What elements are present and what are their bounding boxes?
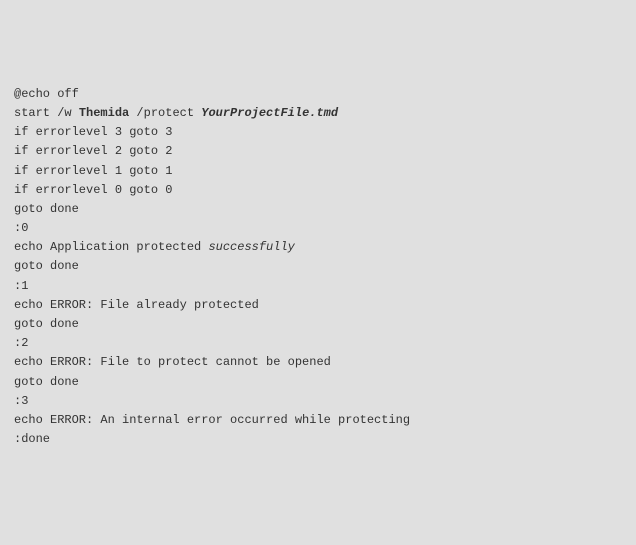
code-line: echo ERROR: File already protected [14, 296, 622, 315]
code-line: :2 [14, 334, 622, 353]
code-block: @echo offstart /w Themida /protect YourP… [14, 85, 622, 450]
code-line: goto done [14, 373, 622, 392]
code-line: if errorlevel 0 goto 0 [14, 181, 622, 200]
code-line: :done [14, 430, 622, 449]
code-line: :1 [14, 277, 622, 296]
code-line: if errorlevel 3 goto 3 [14, 123, 622, 142]
code-line: if errorlevel 2 goto 2 [14, 142, 622, 161]
code-line: :0 [14, 219, 622, 238]
code-line: goto done [14, 315, 622, 334]
code-line: goto done [14, 257, 622, 276]
code-line: if errorlevel 1 goto 1 [14, 162, 622, 181]
code-line: echo ERROR: File to protect cannot be op… [14, 353, 622, 372]
code-line: start /w Themida /protect YourProjectFil… [14, 104, 622, 123]
code-line: echo Application protected successfully [14, 238, 622, 257]
code-line: goto done [14, 200, 622, 219]
code-text: /protect [129, 106, 201, 120]
code-text-bold: Themida [79, 106, 129, 120]
code-line: @echo off [14, 85, 622, 104]
code-line: :3 [14, 392, 622, 411]
code-text: start /w [14, 106, 79, 120]
code-text: echo Application protected [14, 240, 208, 254]
code-text-emphasis: YourProjectFile.tmd [201, 106, 338, 120]
code-text-emphasis: successfully [208, 240, 294, 254]
code-line: echo ERROR: An internal error occurred w… [14, 411, 622, 430]
